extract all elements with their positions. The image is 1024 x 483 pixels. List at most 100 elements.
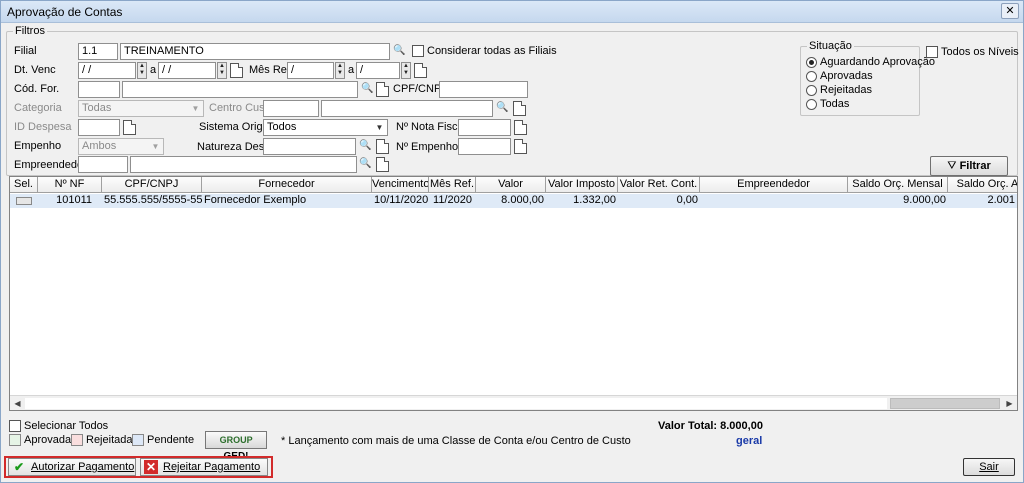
natureza-label: Natureza Desp. <box>197 141 274 153</box>
cod-for-name-input[interactable] <box>122 81 358 98</box>
nota-fiscal-document-icon[interactable] <box>514 120 527 135</box>
id-despesa-input[interactable] <box>78 119 120 136</box>
sair-label: Sair <box>979 461 999 473</box>
autorizar-label: Autorizar Pagamento <box>31 461 135 473</box>
chevron-down-icon: ▼ <box>151 142 160 151</box>
dt-venc-to-input[interactable]: / / <box>158 62 216 79</box>
cpf-cnpj-input[interactable] <box>439 81 528 98</box>
filtrar-button[interactable]: ⛛ Filtrar <box>930 156 1008 176</box>
radio-rejeitadas[interactable] <box>806 85 817 96</box>
dt-venc-from-input[interactable]: / / <box>78 62 136 79</box>
scroll-track[interactable] <box>25 398 887 409</box>
mes-ref-to-input[interactable]: / <box>356 62 400 79</box>
empreendedor-code-input[interactable] <box>78 156 128 173</box>
cell-ret-cont: 0,00 <box>618 194 700 208</box>
chevron-down-icon: ▼ <box>375 123 384 132</box>
legend-pendente-swatch <box>132 434 144 446</box>
todos-niveis-checkbox[interactable] <box>926 46 938 58</box>
scroll-left-icon[interactable]: ◀ <box>11 397 24 410</box>
empreendedor-label: Empreendedor <box>14 159 87 171</box>
natureza-binoculars-icon[interactable]: 🔍 <box>358 138 373 155</box>
nota-fiscal-input[interactable] <box>458 119 511 136</box>
radio-aprovadas[interactable] <box>806 71 817 82</box>
cell-mes-ref: 11/2020 <box>429 194 476 208</box>
sistema-origem-select[interactable]: Todos ▼ <box>263 119 388 136</box>
column-header-cpf[interactable]: CPF/CNPJ <box>102 177 202 193</box>
legend-pendente-label: Pendente <box>147 434 195 446</box>
autorizar-pagamento-button[interactable]: ✔ Autorizar Pagamento <box>8 458 136 476</box>
column-header-mes-ref[interactable]: Mês Ref. <box>429 177 476 193</box>
column-header-empreendedor[interactable]: Empreendedor <box>700 177 848 193</box>
binoculars-icon[interactable]: 🔍 <box>392 43 407 60</box>
column-header-nf[interactable]: Nº NF <box>38 177 102 193</box>
accounts-table: Sel. Nº NF CPF/CNPJ Fornecedor Venciment… <box>9 176 1018 411</box>
dt-venc-to-spinner[interactable]: ▲ ▼ <box>217 62 227 79</box>
cell-fornecedor: Fornecedor Exemplo <box>202 194 372 208</box>
dt-venc-from-spinner[interactable]: ▲ ▼ <box>137 62 147 79</box>
dt-venc-document-icon[interactable] <box>230 63 243 78</box>
filters-legend: Filtros <box>13 25 47 37</box>
funnel-icon: ⛛ <box>947 160 957 172</box>
column-header-valor[interactable]: Valor <box>476 177 546 193</box>
cell-valor: 8.000,00 <box>476 194 546 208</box>
natureza-document-icon[interactable] <box>376 139 389 154</box>
selecionar-todos-checkbox[interactable] <box>9 420 21 432</box>
consider-all-filiais-checkbox[interactable] <box>412 45 424 57</box>
centro-custo-code-input[interactable] <box>263 100 319 117</box>
mes-ref-from-spinner[interactable]: ▲ ▼ <box>335 62 345 79</box>
valor-total: Valor Total: 8.000,00 <box>658 420 763 432</box>
group-ged-button[interactable]: GROUP GED! <box>205 431 267 462</box>
column-header-fornecedor[interactable]: Fornecedor <box>202 177 372 193</box>
x-icon: ✕ <box>144 460 158 474</box>
empreendedor-binoculars-icon[interactable]: 🔍 <box>358 156 373 173</box>
cell-nf: 101011 <box>38 194 102 208</box>
cell-saldo-a: 2.001 <box>948 194 1017 208</box>
sistema-origem-value: Todos <box>267 121 297 133</box>
radio-aguardando-label: Aguardando Aprovação <box>820 56 935 68</box>
mes-ref-document-icon[interactable] <box>414 63 427 78</box>
column-header-vencimento[interactable]: Vencimento <box>372 177 429 193</box>
n-empenho-input[interactable] <box>458 138 511 155</box>
natureza-input[interactable] <box>263 138 356 155</box>
empenho-select[interactable]: Ambos ▼ <box>78 138 164 155</box>
scroll-thumb[interactable] <box>890 398 1000 409</box>
centro-custo-name-input[interactable] <box>321 100 493 117</box>
cell-saldo-mensal: 9.000,00 <box>848 194 948 208</box>
column-header-sel[interactable]: Sel. <box>10 177 38 193</box>
cod-for-label: Cód. For. <box>14 83 60 95</box>
centro-custo-document-icon[interactable] <box>513 101 526 116</box>
row-select-button[interactable] <box>16 197 32 205</box>
ged-prefix: GROUP <box>219 435 253 445</box>
nota-fiscal-label: Nº Nota Fiscal <box>396 121 467 133</box>
column-header-valor-imposto[interactable]: Valor Imposto <box>546 177 618 193</box>
title-bar: Aprovação de Contas ✕ <box>1 1 1023 23</box>
mes-ref-from-input[interactable]: / <box>287 62 334 79</box>
rejeitar-pagamento-button[interactable]: ✕ Rejeitar Pagamento <box>140 458 268 476</box>
categoria-select[interactable]: Todas ▼ <box>78 100 204 117</box>
filial-name-input[interactable]: TREINAMENTO <box>120 43 390 60</box>
radio-todas[interactable] <box>806 99 817 110</box>
cod-for-code-input[interactable] <box>78 81 120 98</box>
sair-button[interactable]: Sair <box>963 458 1015 476</box>
empreendedor-name-input[interactable] <box>130 156 357 173</box>
filial-code-input[interactable]: 1.1 <box>78 43 118 60</box>
column-header-saldo-mensal[interactable]: Saldo Orç. Mensal <box>848 177 948 193</box>
filial-label: Filial <box>14 45 37 57</box>
cod-for-document-icon[interactable] <box>376 82 389 97</box>
column-header-ret-cont[interactable]: Valor Ret. Cont. <box>618 177 700 193</box>
id-despesa-document-icon[interactable] <box>123 120 136 135</box>
column-header-saldo-a[interactable]: Saldo Orç. A <box>948 177 1017 193</box>
cod-for-binoculars-icon[interactable]: 🔍 <box>360 81 375 98</box>
radio-aguardando[interactable] <box>806 57 817 68</box>
id-despesa-label: ID Despesa <box>14 121 72 133</box>
centro-custo-binoculars-icon[interactable]: 🔍 <box>495 100 510 117</box>
close-icon[interactable]: ✕ <box>1001 3 1019 19</box>
empreendedor-document-icon[interactable] <box>376 157 389 172</box>
footnote: * Lançamento com mais de uma Classe de C… <box>281 435 631 447</box>
horizontal-scrollbar[interactable]: ◀ ▶ <box>10 395 1017 410</box>
mes-ref-to-spinner[interactable]: ▲ ▼ <box>401 62 411 79</box>
n-empenho-document-icon[interactable] <box>514 139 527 154</box>
chevron-down-icon: ▼ <box>191 104 200 113</box>
row-select-cell[interactable] <box>10 194 38 208</box>
scroll-right-icon[interactable]: ▶ <box>1003 397 1016 410</box>
